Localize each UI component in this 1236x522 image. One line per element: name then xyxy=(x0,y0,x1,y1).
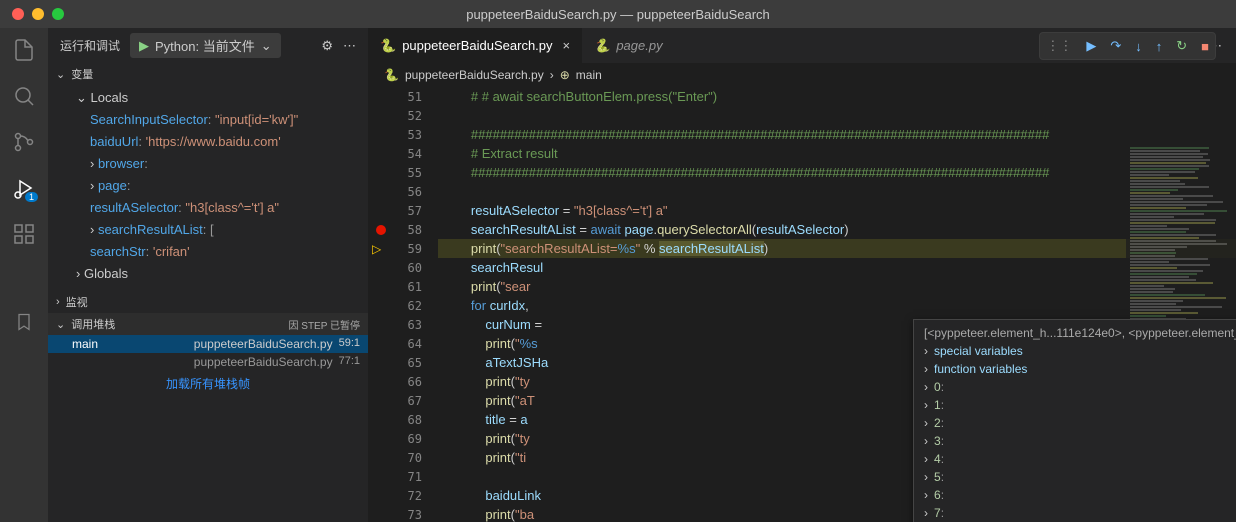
hover-item[interactable]: ›0: xyxy=(914,378,1236,396)
code-line[interactable]: for curIdx, xyxy=(438,296,1236,315)
source-control-icon[interactable] xyxy=(12,130,36,154)
python-icon: 🐍 xyxy=(380,38,396,54)
run-debug-icon[interactable]: 1 xyxy=(12,176,36,200)
hover-special[interactable]: ›function variables xyxy=(914,360,1236,378)
debug-hover[interactable]: [<pyppeteer.element_h...111e124e0>, <pyp… xyxy=(913,319,1236,522)
breakpoint-icon[interactable] xyxy=(376,225,386,235)
variable-row[interactable]: SearchInputSelector: "input[id='kw']" xyxy=(48,109,368,131)
hover-summary: [<pyppeteer.element_h...111e124e0>, <pyp… xyxy=(914,324,1236,342)
hover-item[interactable]: ›2: xyxy=(914,414,1236,432)
variable-row[interactable]: › page: xyxy=(48,175,368,197)
locals-header[interactable]: ⌄ Locals xyxy=(48,87,368,109)
drag-handle-icon[interactable]: ⋮⋮ xyxy=(1046,38,1072,54)
code-line[interactable]: searchResul xyxy=(438,258,1236,277)
play-icon: ▶ xyxy=(139,38,149,54)
activity-bar: 1 xyxy=(0,28,48,522)
code-line[interactable] xyxy=(438,106,1236,125)
code-line[interactable]: ########################################… xyxy=(438,125,1236,144)
step-into-icon[interactable]: ↓ xyxy=(1135,39,1142,54)
editor-area: ⋮⋮ ▶ ↷ ↓ ↑ ↻ ■ 🐍puppeteerBaiduSearch.py×… xyxy=(368,28,1236,522)
maximize-window[interactable] xyxy=(52,8,64,20)
sidebar-title: 运行和调试 xyxy=(60,37,120,54)
code-line[interactable]: ########################################… xyxy=(438,163,1236,182)
function-icon: ⊕ xyxy=(560,68,570,82)
python-icon: 🐍 xyxy=(384,68,399,82)
hover-item[interactable]: ›6: xyxy=(914,486,1236,504)
variable-row[interactable]: › searchResultAList: [ xyxy=(48,219,368,241)
debug-badge: 1 xyxy=(25,192,38,202)
variables-section[interactable]: ⌄变量 xyxy=(48,63,368,85)
code-line[interactable]: # Extract result xyxy=(438,144,1236,163)
close-window[interactable] xyxy=(12,8,24,20)
paused-reason: 因 STEP 已暂停 xyxy=(289,317,361,332)
chevron-down-icon: ⌄ xyxy=(56,318,65,331)
code-line[interactable]: # # await searchButtonElem.press("Enter"… xyxy=(438,87,1236,106)
python-icon: 🐍 xyxy=(594,38,610,54)
window-title: puppeteerBaiduSearch.py — puppeteerBaidu… xyxy=(466,7,770,22)
chevron-down-icon: ⌄ xyxy=(261,38,272,54)
gear-icon[interactable]: ⚙ xyxy=(321,38,333,54)
variable-row[interactable]: baiduUrl: 'https://www.baidu.com' xyxy=(48,131,368,153)
debug-toolbar[interactable]: ⋮⋮ ▶ ↷ ↓ ↑ ↻ ■ xyxy=(1039,32,1216,60)
hover-item[interactable]: ›1: xyxy=(914,396,1236,414)
variable-row[interactable]: › browser: xyxy=(48,153,368,175)
stack-frame[interactable]: puppeteerBaiduSearch.py77:1 xyxy=(48,353,368,371)
code-line[interactable]: searchResultAList = await page.querySele… xyxy=(438,220,1236,239)
bookmark-icon[interactable] xyxy=(12,310,36,334)
window-controls xyxy=(0,8,64,20)
editor-tab[interactable]: 🐍puppeteerBaiduSearch.py× xyxy=(368,28,582,63)
hover-special[interactable]: ›special variables xyxy=(914,342,1236,360)
titlebar: puppeteerBaiduSearch.py — puppeteerBaidu… xyxy=(0,0,1236,28)
hover-item[interactable]: ›4: xyxy=(914,450,1236,468)
chevron-down-icon: ⌄ xyxy=(56,68,65,81)
watch-section[interactable]: ›监视 xyxy=(48,291,368,313)
step-over-icon[interactable]: ↷ xyxy=(1110,38,1121,54)
variable-row[interactable]: searchStr: 'crifan' xyxy=(48,241,368,263)
search-icon[interactable] xyxy=(12,84,36,108)
explorer-icon[interactable] xyxy=(12,38,36,62)
more-icon[interactable]: ⋯ xyxy=(343,38,356,54)
hover-item[interactable]: ›7: xyxy=(914,504,1236,522)
stop-icon[interactable]: ■ xyxy=(1201,39,1209,54)
editor-tab[interactable]: 🐍page.py xyxy=(582,28,674,63)
code-line[interactable]: resultASelector = "h3[class^='t'] a" xyxy=(438,201,1236,220)
hover-item[interactable]: ›5: xyxy=(914,468,1236,486)
chevron-right-icon: › xyxy=(550,68,554,82)
code-line[interactable]: print("sear xyxy=(438,277,1236,296)
globals-header[interactable]: › Globals xyxy=(48,263,368,285)
variable-row[interactable]: resultASelector: "h3[class^='t'] a" xyxy=(48,197,368,219)
chevron-right-icon: › xyxy=(56,296,60,308)
extensions-icon[interactable] xyxy=(12,222,36,246)
stack-frame[interactable]: mainpuppeteerBaiduSearch.py59:1 xyxy=(48,335,368,353)
launch-config[interactable]: ▶ Python: 当前文件 ⌄ xyxy=(130,33,281,58)
breadcrumb[interactable]: 🐍 puppeteerBaiduSearch.py › ⊕ main xyxy=(368,63,1236,87)
close-icon[interactable]: × xyxy=(563,38,571,53)
code-line[interactable] xyxy=(438,182,1236,201)
minimize-window[interactable] xyxy=(32,8,44,20)
config-label: Python: 当前文件 xyxy=(155,36,255,55)
current-line-icon: ▷ xyxy=(372,242,381,256)
continue-icon[interactable]: ▶ xyxy=(1086,38,1096,54)
debug-sidebar: 运行和调试 ▶ Python: 当前文件 ⌄ ⚙ ⋯ ⌄变量 ⌄ Locals … xyxy=(48,28,368,522)
callstack-section[interactable]: ⌄调用堆栈因 STEP 已暂停 xyxy=(48,313,368,335)
code-line[interactable]: print("searchResultAList=%s" % searchRes… xyxy=(438,239,1236,258)
hover-item[interactable]: ›3: xyxy=(914,432,1236,450)
load-all-frames[interactable]: 加载所有堆栈帧 xyxy=(48,371,368,396)
restart-icon[interactable]: ↻ xyxy=(1176,38,1187,54)
step-out-icon[interactable]: ↑ xyxy=(1156,39,1163,54)
code-editor[interactable]: 5152535455565758▷59606162636465666768697… xyxy=(368,87,1236,522)
